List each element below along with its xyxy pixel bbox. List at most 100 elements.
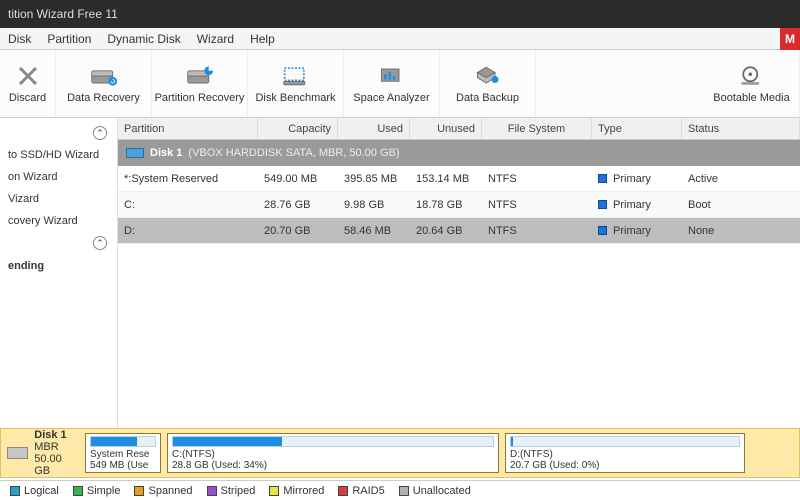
disc-icon — [738, 64, 766, 88]
space-analyzer-label: Space Analyzer — [353, 92, 429, 104]
legend-label: Spanned — [148, 485, 192, 497]
bootable-media-label: Bootable Media — [713, 92, 789, 104]
partition-recovery-button[interactable]: Partition Recovery — [152, 50, 248, 117]
data-backup-button[interactable]: Data Backup — [440, 50, 536, 117]
discard-label: Discard — [9, 92, 46, 104]
col-partition[interactable]: Partition — [118, 118, 258, 139]
chevron-up-icon[interactable]: ⌃ — [93, 126, 107, 140]
legend-label: Striped — [221, 485, 256, 497]
brand-tag[interactable]: M — [780, 28, 800, 50]
legend-label: Logical — [24, 485, 59, 497]
legend: Logical Simple Spanned Striped Mirrored RAID5… — [0, 480, 800, 500]
segment-label1: C:(NTFS) — [172, 449, 494, 459]
legend-swatch-icon — [10, 486, 20, 496]
legend-label: RAID5 — [352, 485, 384, 497]
toolbar: Discard Data Recovery Partition Recovery… — [0, 50, 800, 118]
table-row[interactable]: D: 20.70 GB 58.46 MB 20.64 GB NTFS Prima… — [118, 218, 800, 244]
disk-map-segment[interactable]: System Rese549 MB (Use — [85, 433, 161, 473]
col-used[interactable]: Used — [338, 118, 410, 139]
backup-icon — [474, 64, 502, 88]
cell-type: Primary — [592, 173, 682, 185]
cell-status: None — [682, 225, 800, 237]
close-icon — [14, 64, 42, 88]
legend-item: Simple — [73, 485, 121, 497]
disk-header-row[interactable]: Disk 1 (VBOX HARDDISK SATA, MBR, 50.00 G… — [118, 140, 800, 166]
benchmark-icon — [282, 64, 310, 88]
discard-button[interactable]: Discard — [0, 50, 56, 117]
col-status[interactable]: Status — [682, 118, 800, 139]
menu-partition[interactable]: Partition — [47, 32, 91, 46]
disk-map: Disk 1 MBR 50.00 GB System Rese549 MB (U… — [0, 428, 800, 478]
menu-wizard[interactable]: Wizard — [197, 32, 234, 46]
cell-used: 395.85 MB — [338, 173, 410, 185]
primary-swatch-icon — [598, 174, 607, 183]
hdd-icon — [7, 447, 28, 459]
cell-partition: *:System Reserved — [118, 173, 258, 185]
segment-label1: System Rese — [90, 449, 156, 459]
disk-summary[interactable]: Disk 1 MBR 50.00 GB — [7, 429, 79, 477]
primary-swatch-icon — [598, 200, 607, 209]
analyzer-icon — [378, 64, 406, 88]
sidebar-pending: ending — [4, 254, 113, 278]
legend-item: Spanned — [134, 485, 192, 497]
disk-benchmark-button[interactable]: Disk Benchmark — [248, 50, 344, 117]
table-row[interactable]: C: 28.76 GB 9.98 GB 18.78 GB NTFS Primar… — [118, 192, 800, 218]
legend-swatch-icon — [207, 486, 217, 496]
cell-partition: D: — [118, 225, 258, 237]
data-recovery-button[interactable]: Data Recovery — [56, 50, 152, 117]
cell-capacity: 549.00 MB — [258, 173, 338, 185]
cell-partition: C: — [118, 199, 258, 211]
cell-unused: 153.14 MB — [410, 173, 482, 185]
sidebar-item-ssd-wizard[interactable]: to SSD/HD Wizard — [4, 144, 113, 166]
table-row[interactable]: *:System Reserved 549.00 MB 395.85 MB 15… — [118, 166, 800, 192]
col-type[interactable]: Type — [592, 118, 682, 139]
legend-label: Simple — [87, 485, 121, 497]
legend-swatch-icon — [269, 486, 279, 496]
legend-item: Unallocated — [399, 485, 471, 497]
disk-summary-sub1: MBR — [34, 441, 58, 453]
legend-swatch-icon — [399, 486, 409, 496]
hdd-refresh-icon — [90, 64, 118, 88]
chevron-up-icon[interactable]: ⌃ — [93, 236, 107, 250]
sidebar-item-vizard[interactable]: Vizard — [4, 188, 113, 210]
bootable-media-button[interactable]: Bootable Media — [704, 50, 800, 117]
cell-type: Primary — [592, 225, 682, 237]
partition-recovery-label: Partition Recovery — [155, 92, 245, 104]
menu-help[interactable]: Help — [250, 32, 275, 46]
col-filesystem[interactable]: File System — [482, 118, 592, 139]
cell-type: Primary — [592, 199, 682, 211]
cell-status: Active — [682, 173, 800, 185]
hdd-pie-icon — [186, 64, 214, 88]
data-backup-label: Data Backup — [456, 92, 519, 104]
legend-item: RAID5 — [338, 485, 384, 497]
cell-used: 9.98 GB — [338, 199, 410, 211]
cell-unused: 20.64 GB — [410, 225, 482, 237]
disk-summary-name: Disk 1 — [34, 429, 79, 441]
space-analyzer-button[interactable]: Space Analyzer — [344, 50, 440, 117]
sidebar-item-on-wizard[interactable]: on Wizard — [4, 166, 113, 188]
window-title: tition Wizard Free 11 — [8, 7, 118, 21]
segment-label2: 28.8 GB (Used: 34%) — [172, 460, 494, 470]
cell-used: 58.46 MB — [338, 225, 410, 237]
menu-dynamic-disk[interactable]: Dynamic Disk — [107, 32, 180, 46]
disk-map-segment[interactable]: D:(NTFS)20.7 GB (Used: 0%) — [505, 433, 745, 473]
legend-item: Logical — [10, 485, 59, 497]
col-capacity[interactable]: Capacity — [258, 118, 338, 139]
menu-disk[interactable]: Disk — [8, 32, 31, 46]
titlebar: tition Wizard Free 11 — [0, 0, 800, 28]
legend-swatch-icon — [338, 486, 348, 496]
legend-swatch-icon — [73, 486, 83, 496]
legend-label: Unallocated — [413, 485, 471, 497]
cell-fs: NTFS — [482, 199, 592, 211]
cell-capacity: 20.70 GB — [258, 225, 338, 237]
legend-item: Mirrored — [269, 485, 324, 497]
disk-map-segment[interactable]: C:(NTFS)28.8 GB (Used: 34%) — [167, 433, 499, 473]
segment-label2: 549 MB (Use — [90, 460, 156, 470]
sidebar: ⌃ to SSD/HD Wizard on Wizard Vizard cove… — [0, 118, 118, 430]
sidebar-item-recovery-wizard[interactable]: covery Wizard — [4, 210, 113, 232]
menubar: Disk Partition Dynamic Disk Wizard Help … — [0, 28, 800, 50]
disk-summary-sub2: 50.00 GB — [34, 453, 62, 477]
cell-status: Boot — [682, 199, 800, 211]
disk-meta: (VBOX HARDDISK SATA, MBR, 50.00 GB) — [188, 147, 399, 159]
col-unused[interactable]: Unused — [410, 118, 482, 139]
